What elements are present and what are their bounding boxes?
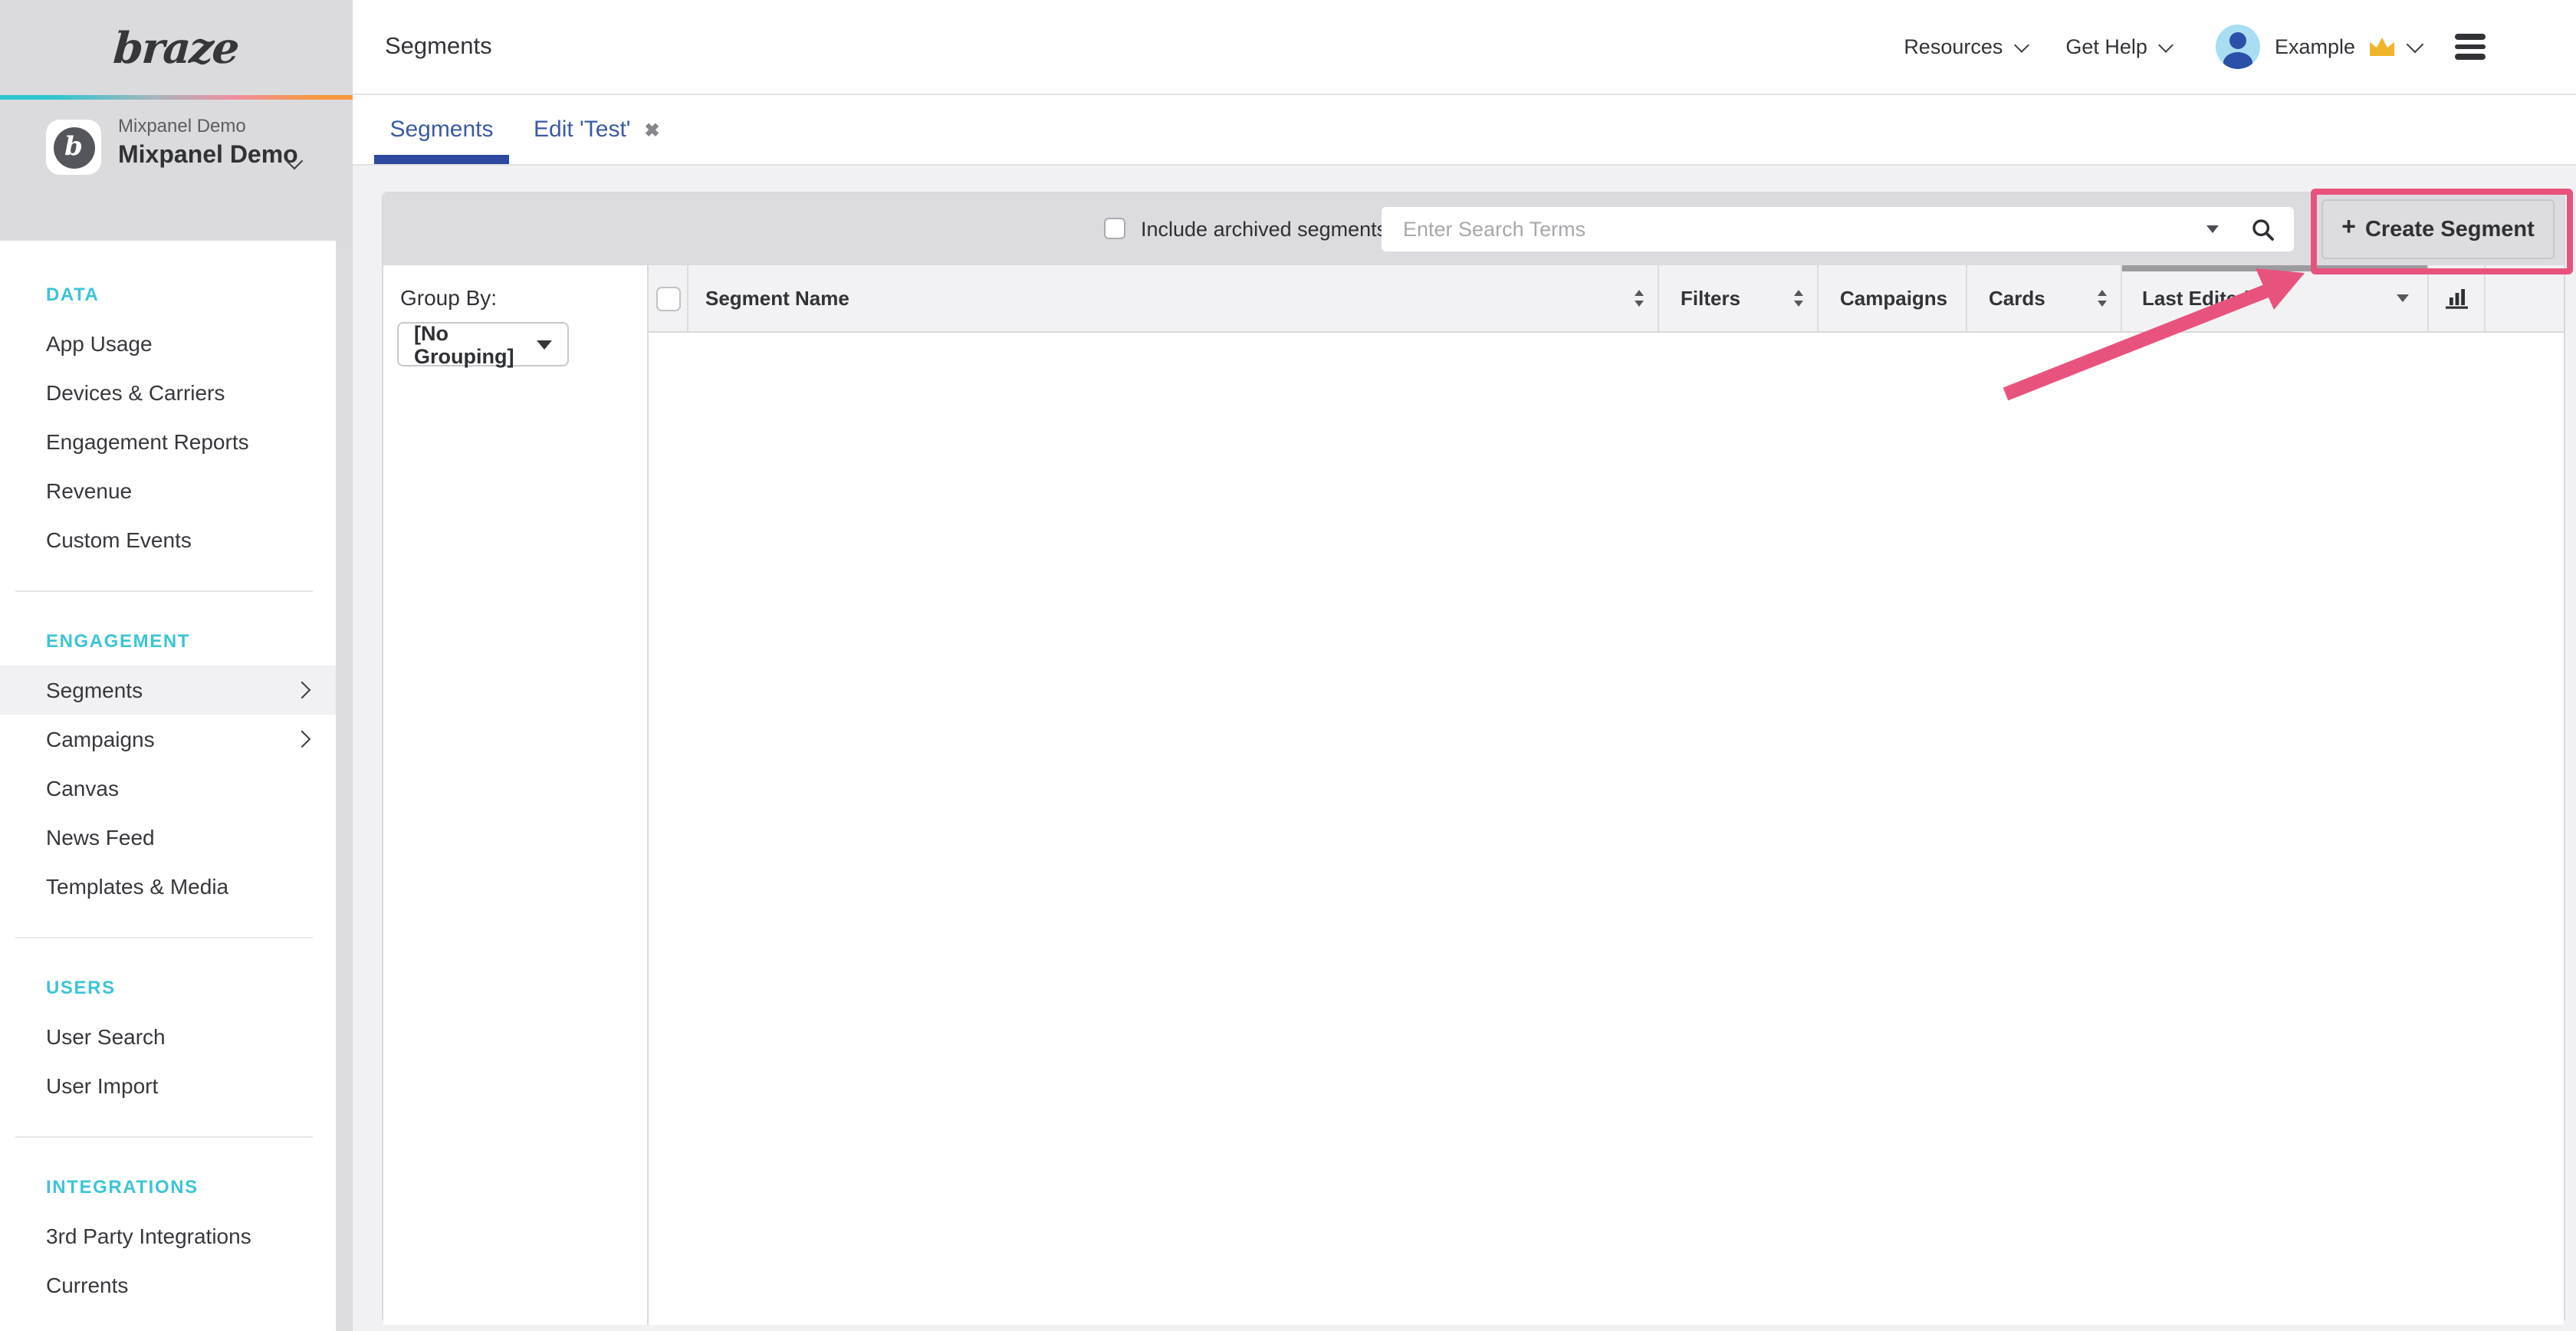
group-by-select[interactable]: [No Grouping]: [397, 322, 569, 366]
plus-icon: +: [2341, 215, 2356, 242]
sidebar-item-app-usage[interactable]: App Usage: [0, 319, 336, 368]
sidebar-item-label: Campaigns: [46, 727, 155, 751]
sort-desc-icon[interactable]: [2397, 294, 2409, 302]
sort-icon[interactable]: [1635, 291, 1644, 307]
workspace-name: Mixpanel Demo: [118, 143, 298, 170]
sidebar-item-devices-carriers[interactable]: Devices & Carriers: [0, 368, 336, 417]
sorted-column-indicator: [2122, 265, 2427, 271]
logo-row: braze: [0, 0, 353, 95]
sort-icon[interactable]: [2098, 291, 2107, 307]
nav-divider: [15, 937, 313, 938]
page: braze b Mixpanel Demo Mixpanel Demo DATA…: [0, 0, 2576, 1331]
column-label: Cards: [1989, 287, 2045, 310]
nav-section-users: USERS: [0, 963, 336, 1012]
column-filters[interactable]: Filters: [1659, 265, 1819, 331]
tab-label: Edit 'Test': [534, 117, 631, 143]
chevron-down-icon[interactable]: [2407, 36, 2424, 54]
workspace-switcher[interactable]: b Mixpanel Demo Mixpanel Demo: [0, 100, 353, 241]
sort-icon[interactable]: [1794, 291, 1803, 307]
segments-panel: Include archived segments + Create Segme…: [382, 192, 2565, 1323]
tab-segments[interactable]: Segments: [374, 117, 509, 143]
nav-divider: [15, 590, 313, 592]
segments-toolbar: Include archived segments + Create Segme…: [383, 193, 2564, 265]
chevron-down-icon: [2014, 37, 2029, 52]
avatar-person-icon: [2230, 32, 2247, 49]
active-tab-indicator: [374, 155, 509, 164]
column-blank: [2486, 265, 2564, 331]
column-campaigns[interactable]: Campaigns: [1819, 265, 1967, 331]
sidebar-item-templates-media[interactable]: Templates & Media: [0, 862, 336, 911]
hamburger-menu-icon[interactable]: [2455, 35, 2486, 60]
sidebar-scrollbar[interactable]: [336, 241, 353, 1331]
column-label: Filters: [1681, 287, 1740, 310]
header-right: Resources Get Help Example: [1904, 25, 2486, 69]
braze-logo: braze: [113, 22, 241, 73]
search-input[interactable]: [1382, 207, 2294, 251]
sidebar-nav: DATA App Usage Devices & Carriers Engage…: [0, 241, 336, 1331]
sidebar-item-segments[interactable]: Segments: [0, 666, 336, 715]
workspace-company: Mixpanel Demo: [118, 115, 246, 136]
sidebar-item-revenue[interactable]: Revenue: [0, 466, 336, 515]
nav-divider: [15, 1136, 313, 1138]
search-box: [1382, 207, 2294, 251]
sidebar: braze b Mixpanel Demo Mixpanel Demo DATA…: [0, 0, 353, 1331]
segments-body: Group By: [No Grouping] Segment Name: [383, 265, 2564, 1325]
get-help-menu[interactable]: Get Help: [2065, 35, 2172, 58]
tab-bar: Segments Edit 'Test' ✖: [353, 95, 2576, 166]
sidebar-item-engagement-reports[interactable]: Engagement Reports: [0, 417, 336, 466]
segments-table: Segment Name Filters Campaigns Cards: [649, 265, 2564, 1325]
chevron-right-icon: [294, 731, 311, 748]
nav-section-engagement: ENGAGEMENT: [0, 616, 336, 666]
crown-icon: [2367, 35, 2397, 59]
workspace-app-icon: b: [46, 120, 101, 175]
nav-section-data: DATA: [0, 270, 336, 319]
chevron-down-icon: [2159, 37, 2174, 52]
select-all-checkbox[interactable]: [656, 286, 680, 311]
avatar-person-icon: [2224, 52, 2253, 69]
group-by-panel: Group By: [No Grouping]: [383, 265, 649, 1325]
sidebar-item-label: Segments: [46, 678, 143, 702]
bar-chart-icon: [2443, 287, 2469, 310]
search-icon[interactable]: [2251, 218, 2275, 242]
create-segment-button[interactable]: + Create Segment: [2321, 199, 2555, 259]
main-area: Segments Resources Get Help Example: [353, 0, 2576, 1331]
resources-menu[interactable]: Resources: [1904, 35, 2027, 58]
sidebar-item-currents[interactable]: Currents: [0, 1260, 336, 1310]
top-header: Segments Resources Get Help Example: [353, 0, 2576, 95]
sidebar-item-user-search[interactable]: User Search: [0, 1012, 336, 1061]
sidebar-item-news-feed[interactable]: News Feed: [0, 813, 336, 862]
user-avatar[interactable]: [2216, 25, 2261, 69]
chevron-right-icon: [294, 682, 311, 699]
select-caret-icon: [537, 340, 552, 349]
column-label: Last Edited: [2142, 287, 2249, 310]
column-last-edited[interactable]: Last Edited: [2122, 265, 2429, 331]
sidebar-item-canvas[interactable]: Canvas: [0, 764, 336, 813]
mixpanel-logo-icon: b: [53, 127, 94, 168]
header-checkbox-cell: [649, 265, 688, 331]
nav-section-integrations: INTEGRATIONS: [0, 1162, 336, 1211]
column-label: Campaigns: [1840, 287, 1947, 310]
group-by-label: Group By:: [400, 285, 497, 310]
page-title: Segments: [385, 33, 492, 61]
close-icon[interactable]: ✖: [645, 119, 660, 140]
resources-label: Resources: [1904, 35, 2003, 58]
sidebar-item-custom-events[interactable]: Custom Events: [0, 515, 336, 564]
tab-edit-test[interactable]: Edit 'Test' ✖: [534, 117, 660, 143]
user-name: Example: [2275, 35, 2355, 58]
include-archived-label: Include archived segments: [1141, 193, 1387, 265]
column-segment-name[interactable]: Segment Name: [688, 265, 1659, 331]
column-label: Segment Name: [705, 287, 849, 310]
column-analytics[interactable]: [2429, 265, 2486, 331]
create-segment-label: Create Segment: [2365, 217, 2535, 242]
sidebar-item-campaigns[interactable]: Campaigns: [0, 715, 336, 764]
table-header-row: Segment Name Filters Campaigns Cards: [649, 265, 2564, 333]
column-cards[interactable]: Cards: [1967, 265, 2122, 331]
search-dropdown-caret-icon[interactable]: [2206, 225, 2219, 233]
group-by-value: [No Grouping]: [414, 321, 537, 367]
sidebar-item-3rd-party-integrations[interactable]: 3rd Party Integrations: [0, 1211, 336, 1260]
sidebar-item-user-import[interactable]: User Import: [0, 1061, 336, 1110]
include-archived-checkbox[interactable]: [1104, 218, 1125, 239]
table-body-empty: [649, 333, 2564, 1325]
get-help-label: Get Help: [2065, 35, 2147, 58]
